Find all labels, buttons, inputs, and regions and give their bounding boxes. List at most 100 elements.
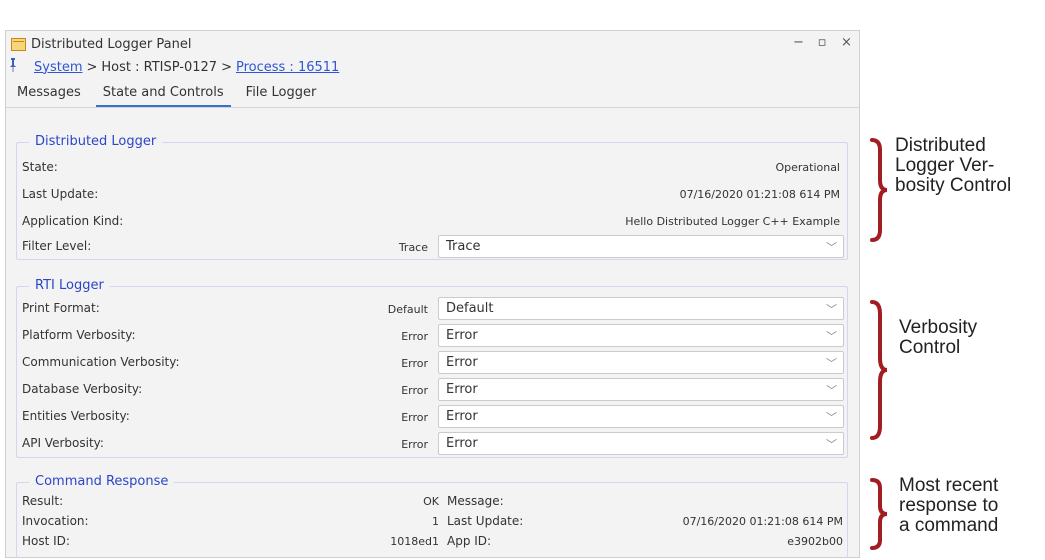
- chevron-down-icon: ﹀: [826, 330, 837, 343]
- chevron-down-icon: ﹀: [826, 303, 837, 316]
- last-update-value: 07/16/2020 01:21:08 614 PM: [679, 188, 840, 201]
- result-value: OK: [423, 495, 439, 508]
- entities-verbosity-select[interactable]: Error ﹀: [438, 405, 844, 428]
- close-icon[interactable]: ×: [841, 35, 852, 50]
- api-verbosity-label: API Verbosity:: [22, 436, 104, 450]
- minimize-icon[interactable]: −: [793, 35, 804, 50]
- annotation-line: Verbosity: [899, 317, 978, 338]
- host-id-value: 1018ed1: [390, 535, 439, 548]
- entities-verbosity-current: Error: [401, 411, 428, 424]
- annotation-line: Control: [899, 337, 961, 358]
- annotation-line: bosity Control: [895, 175, 1012, 196]
- curly-brace-icon: [870, 138, 888, 242]
- filter-level-current: Trace: [398, 241, 428, 254]
- rti-logger-group: RTI Logger Print Format: Default Default…: [16, 278, 848, 458]
- curly-brace-icon: [870, 300, 888, 440]
- platform-verbosity-selected: Error: [446, 328, 478, 343]
- print-format-selected: Default: [446, 301, 494, 316]
- invocation-label: Invocation:: [22, 514, 89, 528]
- message-label: Message:: [447, 494, 504, 508]
- app-id-label: App ID:: [447, 534, 492, 548]
- annotation-verbosity-control: Verbosity Control: [899, 318, 977, 358]
- pin-icon[interactable]: [9, 58, 19, 76]
- state-row: State: Operational: [22, 156, 844, 180]
- annotation-distributed-logger-verbosity: Distributed Logger Ver- bosity Control: [895, 136, 1011, 196]
- window-title: Distributed Logger Panel: [31, 36, 192, 52]
- api-verbosity-row: API Verbosity: Error Error ﹀: [22, 432, 844, 456]
- tab-file-logger[interactable]: File Logger: [235, 79, 328, 107]
- state-label: State:: [22, 160, 58, 174]
- state-value: Operational: [775, 161, 840, 174]
- last-update-row: Last Update: 07/16/2020 01:21:08 614 PM: [22, 183, 844, 207]
- api-verbosity-selected: Error: [446, 436, 478, 451]
- invocation-value: 1: [432, 515, 439, 528]
- application-kind-label: Application Kind:: [22, 214, 124, 228]
- curly-brace-icon: [870, 478, 888, 550]
- print-format-row: Print Format: Default Default ﹀: [22, 297, 844, 321]
- annotation-line: Most recent: [899, 475, 999, 496]
- entities-verbosity-selected: Error: [446, 409, 478, 424]
- breadcrumb-separator: >: [221, 59, 232, 75]
- communication-verbosity-selected: Error: [446, 355, 478, 370]
- platform-verbosity-select[interactable]: Error ﹀: [438, 324, 844, 347]
- host-id-label: Host ID:: [22, 534, 70, 548]
- tab-messages[interactable]: Messages: [6, 79, 92, 107]
- platform-verbosity-label: Platform Verbosity:: [22, 328, 136, 342]
- entities-verbosity-row: Entities Verbosity: Error Error ﹀: [22, 405, 844, 429]
- entities-verbosity-label: Entities Verbosity:: [22, 409, 130, 423]
- breadcrumb-separator: >: [86, 59, 98, 75]
- window-controls: − ▫ ×: [793, 35, 852, 50]
- group-title-distributed-logger: Distributed Logger: [29, 134, 163, 149]
- communication-verbosity-label: Communication Verbosity:: [22, 355, 180, 369]
- last-update-label: Last Update:: [22, 187, 99, 201]
- restore-icon[interactable]: ▫: [817, 35, 827, 50]
- group-title-command-response: Command Response: [29, 474, 175, 489]
- database-verbosity-selected: Error: [446, 382, 478, 397]
- annotation-line: response to: [899, 495, 999, 516]
- print-format-label: Print Format:: [22, 301, 100, 315]
- cr-last-update-label: Last Update:: [447, 514, 524, 528]
- application-kind-row: Application Kind: Hello Distributed Logg…: [22, 210, 844, 234]
- breadcrumb: System > Host : RTISP-0127 > Process : 1…: [6, 57, 339, 77]
- platform-verbosity-row: Platform Verbosity: Error Error ﹀: [22, 324, 844, 348]
- distributed-logger-panel: Distributed Logger Panel − ▫ × System > …: [5, 30, 860, 558]
- cr-last-update-value: 07/16/2020 01:21:08 614 PM: [682, 515, 843, 528]
- annotation-line: a command: [899, 515, 999, 536]
- communication-verbosity-current: Error: [401, 357, 428, 370]
- print-format-current: Default: [387, 303, 428, 316]
- result-label: Result:: [22, 494, 64, 508]
- tab-bar: Messages State and Controls File Logger: [6, 79, 327, 107]
- chevron-down-icon: ﹀: [826, 357, 837, 370]
- platform-verbosity-current: Error: [401, 330, 428, 343]
- filter-level-label: Filter Level:: [22, 239, 92, 253]
- application-kind-value: Hello Distributed Logger C++ Example: [625, 215, 840, 228]
- annotation-line: Distributed: [895, 135, 986, 156]
- tab-divider: [6, 107, 859, 108]
- tab-state-and-controls[interactable]: State and Controls: [92, 79, 235, 107]
- chevron-down-icon: ﹀: [826, 384, 837, 397]
- filter-level-select[interactable]: Trace ﹀: [438, 235, 844, 258]
- breadcrumb-system-link[interactable]: System: [34, 60, 82, 75]
- filter-level-row: Filter Level: Trace Trace ﹀: [22, 235, 844, 259]
- panel-app-icon: [11, 37, 26, 51]
- chevron-down-icon: ﹀: [826, 241, 837, 254]
- chevron-down-icon: ﹀: [826, 411, 837, 424]
- database-verbosity-current: Error: [401, 384, 428, 397]
- filter-level-selected: Trace: [446, 239, 481, 254]
- annotation-line: Logger Ver-: [895, 155, 995, 176]
- group-title-rti-logger: RTI Logger: [29, 278, 110, 293]
- distributed-logger-group: Distributed Logger State: Operational La…: [16, 134, 848, 260]
- database-verbosity-row: Database Verbosity: Error Error ﹀: [22, 378, 844, 402]
- communication-verbosity-select[interactable]: Error ﹀: [438, 351, 844, 374]
- title-bar: Distributed Logger Panel − ▫ ×: [6, 31, 859, 57]
- database-verbosity-label: Database Verbosity:: [22, 382, 143, 396]
- api-verbosity-select[interactable]: Error ﹀: [438, 432, 844, 455]
- api-verbosity-current: Error: [401, 438, 428, 451]
- chevron-down-icon: ﹀: [826, 438, 837, 451]
- communication-verbosity-row: Communication Verbosity: Error Error ﹀: [22, 351, 844, 375]
- breadcrumb-host: Host : RTISP-0127: [101, 59, 218, 75]
- print-format-select[interactable]: Default ﹀: [438, 297, 844, 320]
- database-verbosity-select[interactable]: Error ﹀: [438, 378, 844, 401]
- breadcrumb-process-link[interactable]: Process : 16511: [236, 60, 339, 75]
- annotation-most-recent-response: Most recent response to a command: [899, 476, 998, 536]
